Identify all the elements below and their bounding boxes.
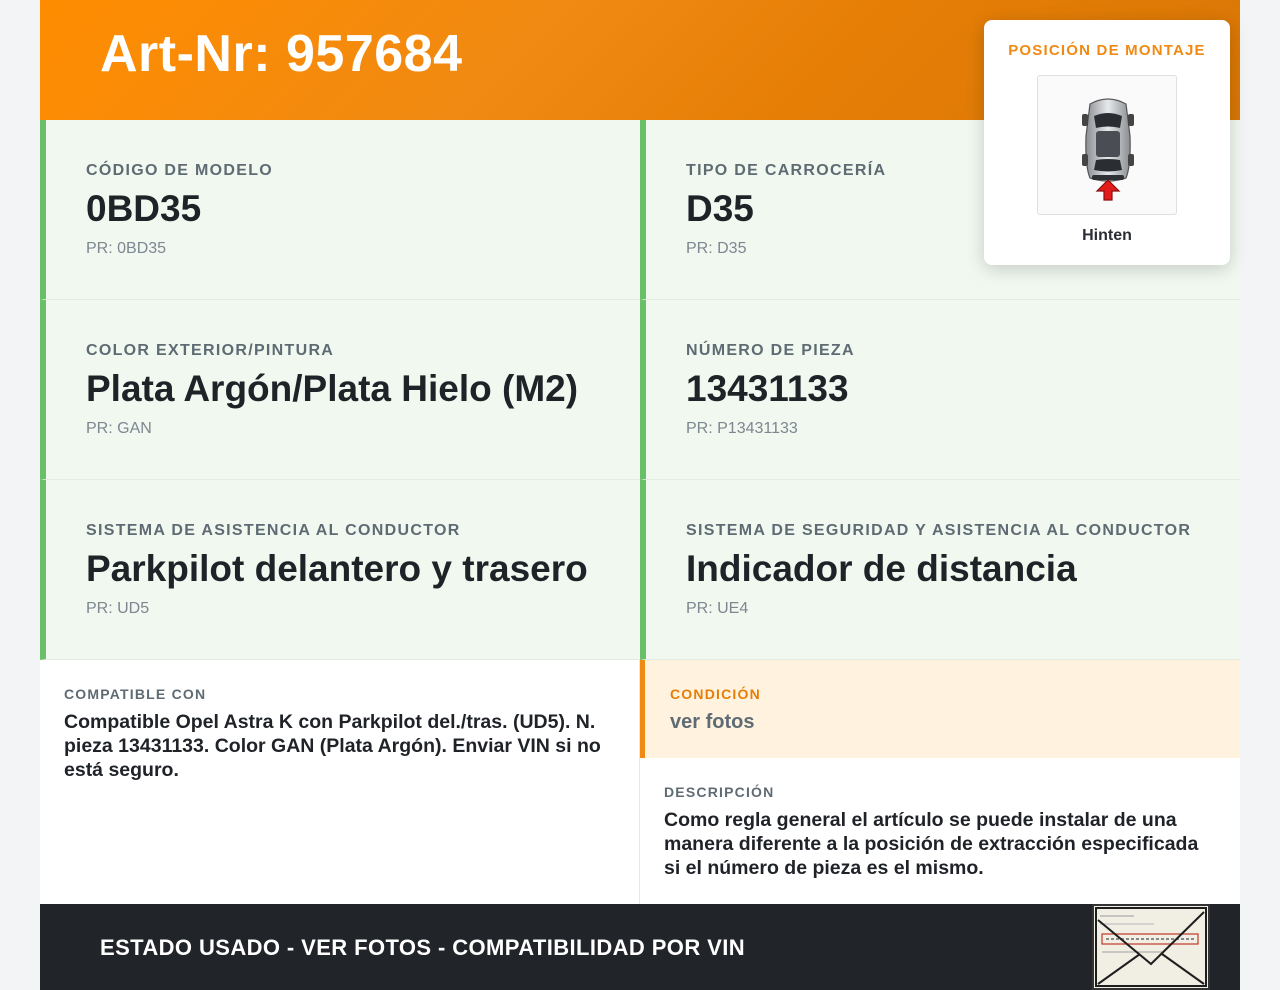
mounting-position-card: POSICIÓN DE MONTAJE Hinten bbox=[984, 20, 1230, 265]
field-model-code: CÓDIGO DE MODELO 0BD35 PR: 0BD35 bbox=[40, 120, 640, 300]
condition-section: CONDICIÓN ver fotos bbox=[640, 660, 1240, 758]
mounting-position-label: Hinten bbox=[1082, 227, 1132, 244]
field-value: Plata Argón/Plata Hielo (M2) bbox=[86, 368, 579, 409]
field-value: D35 bbox=[686, 188, 754, 229]
compatible-text: Compatible Opel Astra K con Parkpilot de… bbox=[64, 711, 601, 781]
field-value: Indicador de distancia bbox=[686, 548, 1077, 589]
field-value: 0BD35 bbox=[86, 188, 202, 229]
mounting-title: POSICIÓN DE MONTAJE bbox=[1008, 42, 1206, 59]
field-pr-code: PR: 0BD35 bbox=[86, 240, 167, 257]
field-label: COLOR EXTERIOR/PINTURA bbox=[86, 342, 335, 359]
condition-label: CONDICIÓN bbox=[670, 686, 761, 702]
field-label: SISTEMA DE SEGURIDAD Y ASISTENCIA AL CON… bbox=[686, 522, 1192, 539]
field-value: Parkpilot delantero y trasero bbox=[86, 548, 588, 589]
car-top-view-icon bbox=[1037, 75, 1177, 215]
field-pr-code: PR: UD5 bbox=[86, 600, 150, 617]
field-driver-assist: SISTEMA DE ASISTENCIA AL CONDUCTOR Parkp… bbox=[40, 480, 640, 660]
field-pr-code: PR: GAN bbox=[86, 420, 152, 437]
description-label: DESCRIPCIÓN bbox=[664, 784, 775, 800]
field-label: TIPO DE CARROCERÍA bbox=[686, 162, 887, 179]
field-pr-code: PR: P13431133 bbox=[686, 420, 798, 437]
field-label: CÓDIGO DE MODELO bbox=[86, 162, 274, 179]
field-pr-code: PR: UE4 bbox=[686, 600, 749, 617]
description-section: DESCRIPCIÓN Como regla general el artícu… bbox=[640, 758, 1240, 904]
compatible-label: COMPATIBLE CON bbox=[64, 686, 207, 702]
field-safety-assist: SISTEMA DE SEGURIDAD Y ASISTENCIA AL CON… bbox=[640, 480, 1240, 660]
field-part-number: NÚMERO DE PIEZA 13431133 PR: P13431133 bbox=[640, 300, 1240, 480]
footer-text: ESTADO USADO - VER FOTOS - COMPATIBILIDA… bbox=[100, 935, 745, 960]
field-label: NÚMERO DE PIEZA bbox=[686, 342, 855, 359]
field-value: 13431133 bbox=[686, 368, 849, 409]
vin-label-image bbox=[1092, 904, 1210, 990]
article-number-title: Art-Nr: 957684 bbox=[100, 25, 463, 83]
footer-banner: ESTADO USADO - VER FOTOS - COMPATIBILIDA… bbox=[40, 904, 1240, 990]
field-pr-code: PR: D35 bbox=[686, 240, 747, 257]
field-label: SISTEMA DE ASISTENCIA AL CONDUCTOR bbox=[86, 522, 461, 539]
condition-value: ver fotos bbox=[670, 711, 755, 733]
article-card: Art-Nr: 957684 CÓDIGO DE MODELO 0BD35 PR… bbox=[40, 0, 1240, 990]
description-text: Como regla general el artículo se puede … bbox=[664, 809, 1199, 879]
compatible-section: COMPATIBLE CON Compatible Opel Astra K c… bbox=[40, 660, 640, 904]
field-exterior-color: COLOR EXTERIOR/PINTURA Plata Argón/Plata… bbox=[40, 300, 640, 480]
